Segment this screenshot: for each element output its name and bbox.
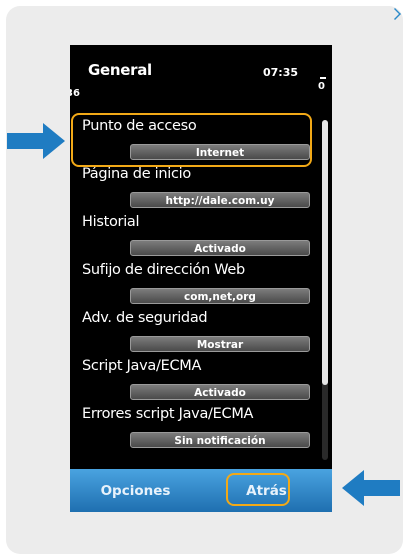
- setting-label: Página de inicio: [82, 166, 191, 182]
- corner-chevron-icon: [389, 8, 401, 20]
- highlight-punto-de-acceso: [71, 113, 312, 167]
- page-title: General: [88, 61, 152, 79]
- setting-value[interactable]: Sin notificación: [130, 432, 310, 448]
- scrollbar[interactable]: [322, 120, 328, 460]
- arrow-right-icon: [7, 123, 65, 159]
- setting-label: Adv. de seguridad: [82, 310, 208, 326]
- setting-historial[interactable]: Historial Activado: [70, 201, 320, 256]
- clock: 07:35: [263, 66, 299, 79]
- setting-label: Errores script Java/ECMA: [82, 406, 254, 422]
- setting-errores-script-java-ecma[interactable]: Errores script Java/ECMA Sin notificació…: [70, 393, 320, 448]
- setting-label: Sufijo de dirección Web: [82, 262, 245, 278]
- softkey-bar: Opciones Atrás: [70, 469, 332, 512]
- battery-indicator: 0: [318, 81, 325, 92]
- highlight-atras-button: [226, 473, 290, 506]
- setting-adv-de-seguridad[interactable]: Adv. de seguridad Mostrar: [70, 297, 320, 352]
- signal-indicator: 36: [70, 88, 80, 99]
- setting-script-java-ecma[interactable]: Script Java/ECMA Activado: [70, 345, 320, 400]
- opciones-button[interactable]: Opciones: [70, 483, 201, 499]
- battery-icon: [320, 77, 326, 79]
- arrow-left-icon: [342, 470, 400, 506]
- setting-label: Script Java/ECMA: [82, 358, 202, 374]
- setting-sufijo-direccion-web[interactable]: Sufijo de dirección Web com,net,org: [70, 249, 320, 304]
- setting-label: Historial: [82, 214, 140, 230]
- status-bar: General 07:35 36 0: [70, 45, 332, 105]
- scroll-thumb[interactable]: [322, 120, 328, 385]
